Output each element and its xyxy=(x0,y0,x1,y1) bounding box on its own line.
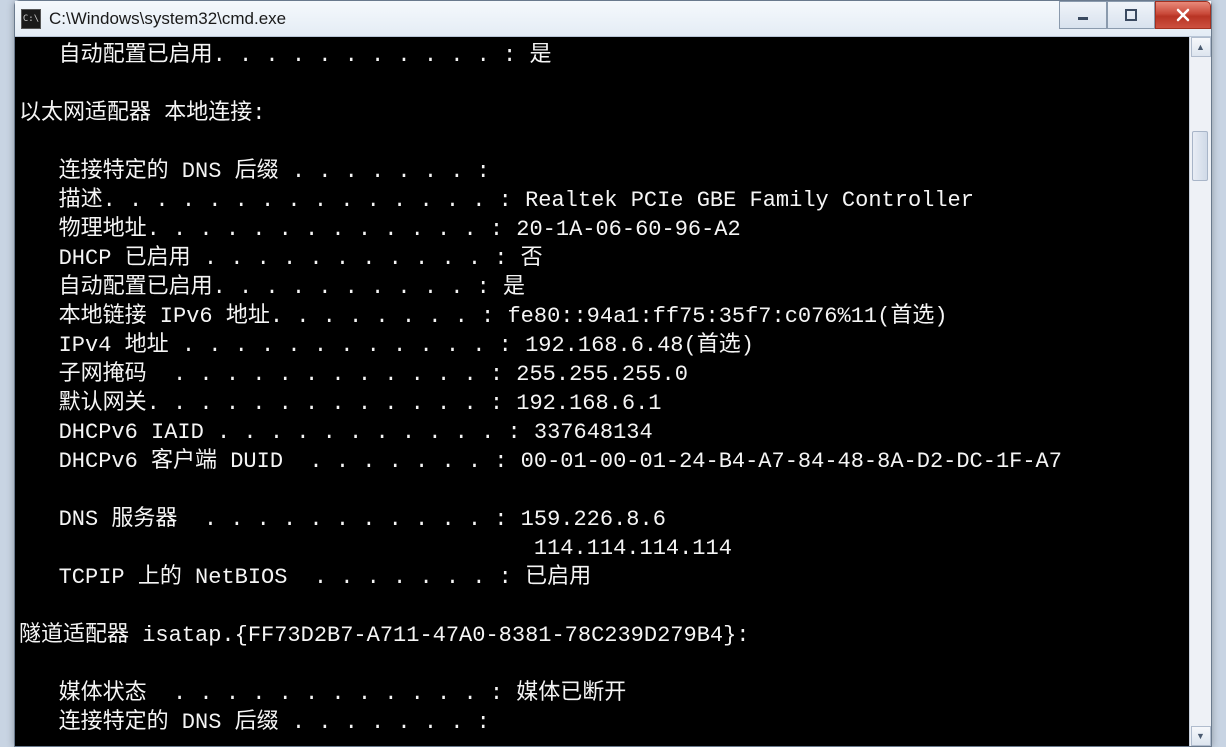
close-button[interactable] xyxy=(1155,1,1211,29)
output-line: DNS 服务器 . . . . . . . . . . . : 159.226.… xyxy=(19,507,666,532)
output-line: DHCPv6 客户端 DUID . . . . . . . : 00-01-00… xyxy=(19,449,1062,474)
output-line: 媒体状态 . . . . . . . . . . . . : 媒体已断开 xyxy=(19,681,626,706)
maximize-button[interactable] xyxy=(1107,1,1155,29)
output-line: 连接特定的 DNS 后缀 . . . . . . . : xyxy=(19,159,490,184)
output-line: 以太网适配器 本地连接: xyxy=(19,101,265,126)
output-line: 自动配置已启用. . . . . . . . . . . : 是 xyxy=(19,43,551,68)
vertical-scrollbar[interactable]: ▲ ▼ xyxy=(1189,37,1211,746)
window-title: C:\Windows\system32\cmd.exe xyxy=(49,9,286,29)
terminal-output[interactable]: 自动配置已启用. . . . . . . . . . . : 是 以太网适配器 … xyxy=(15,37,1189,746)
output-line: 默认网关. . . . . . . . . . . . . : 192.168.… xyxy=(19,391,662,416)
output-line: 连接特定的 DNS 后缀 . . . . . . . : xyxy=(19,710,490,735)
output-line: IPv4 地址 . . . . . . . . . . . . : 192.16… xyxy=(19,333,754,358)
output-line: 物理地址. . . . . . . . . . . . . : 20-1A-06… xyxy=(19,217,741,242)
scroll-thumb[interactable] xyxy=(1192,131,1208,181)
output-line: 114.114.114.114 xyxy=(19,536,732,561)
terminal-area: 自动配置已启用. . . . . . . . . . . : 是 以太网适配器 … xyxy=(15,37,1211,746)
scroll-track[interactable] xyxy=(1190,57,1211,726)
output-line: 隧道适配器 isatap.{FF73D2B7-A711-47A0-8381-78… xyxy=(19,623,750,648)
scroll-down-button[interactable]: ▼ xyxy=(1191,726,1211,746)
minimize-button[interactable] xyxy=(1059,1,1107,29)
output-line: TCPIP 上的 NetBIOS . . . . . . . : 已启用 xyxy=(19,565,591,590)
output-line: DHCPv6 IAID . . . . . . . . . . . : 3376… xyxy=(19,420,653,445)
output-line: 自动配置已启用. . . . . . . . . . : 是 xyxy=(19,275,525,300)
output-line: 描述. . . . . . . . . . . . . . . : Realte… xyxy=(19,188,974,213)
output-line: 本地链接 IPv6 地址. . . . . . . . : fe80::94a1… xyxy=(19,304,948,329)
window-controls xyxy=(1059,1,1211,29)
titlebar[interactable]: C:\ C:\Windows\system32\cmd.exe xyxy=(15,1,1211,37)
output-line: 子网掩码 . . . . . . . . . . . . : 255.255.2… xyxy=(19,362,688,387)
scroll-up-button[interactable]: ▲ xyxy=(1191,37,1211,57)
output-line: DHCP 已启用 . . . . . . . . . . . : 否 xyxy=(19,246,543,271)
cmd-window: C:\ C:\Windows\system32\cmd.exe 自动配置已启用.… xyxy=(14,0,1212,747)
cmd-icon: C:\ xyxy=(21,9,41,29)
